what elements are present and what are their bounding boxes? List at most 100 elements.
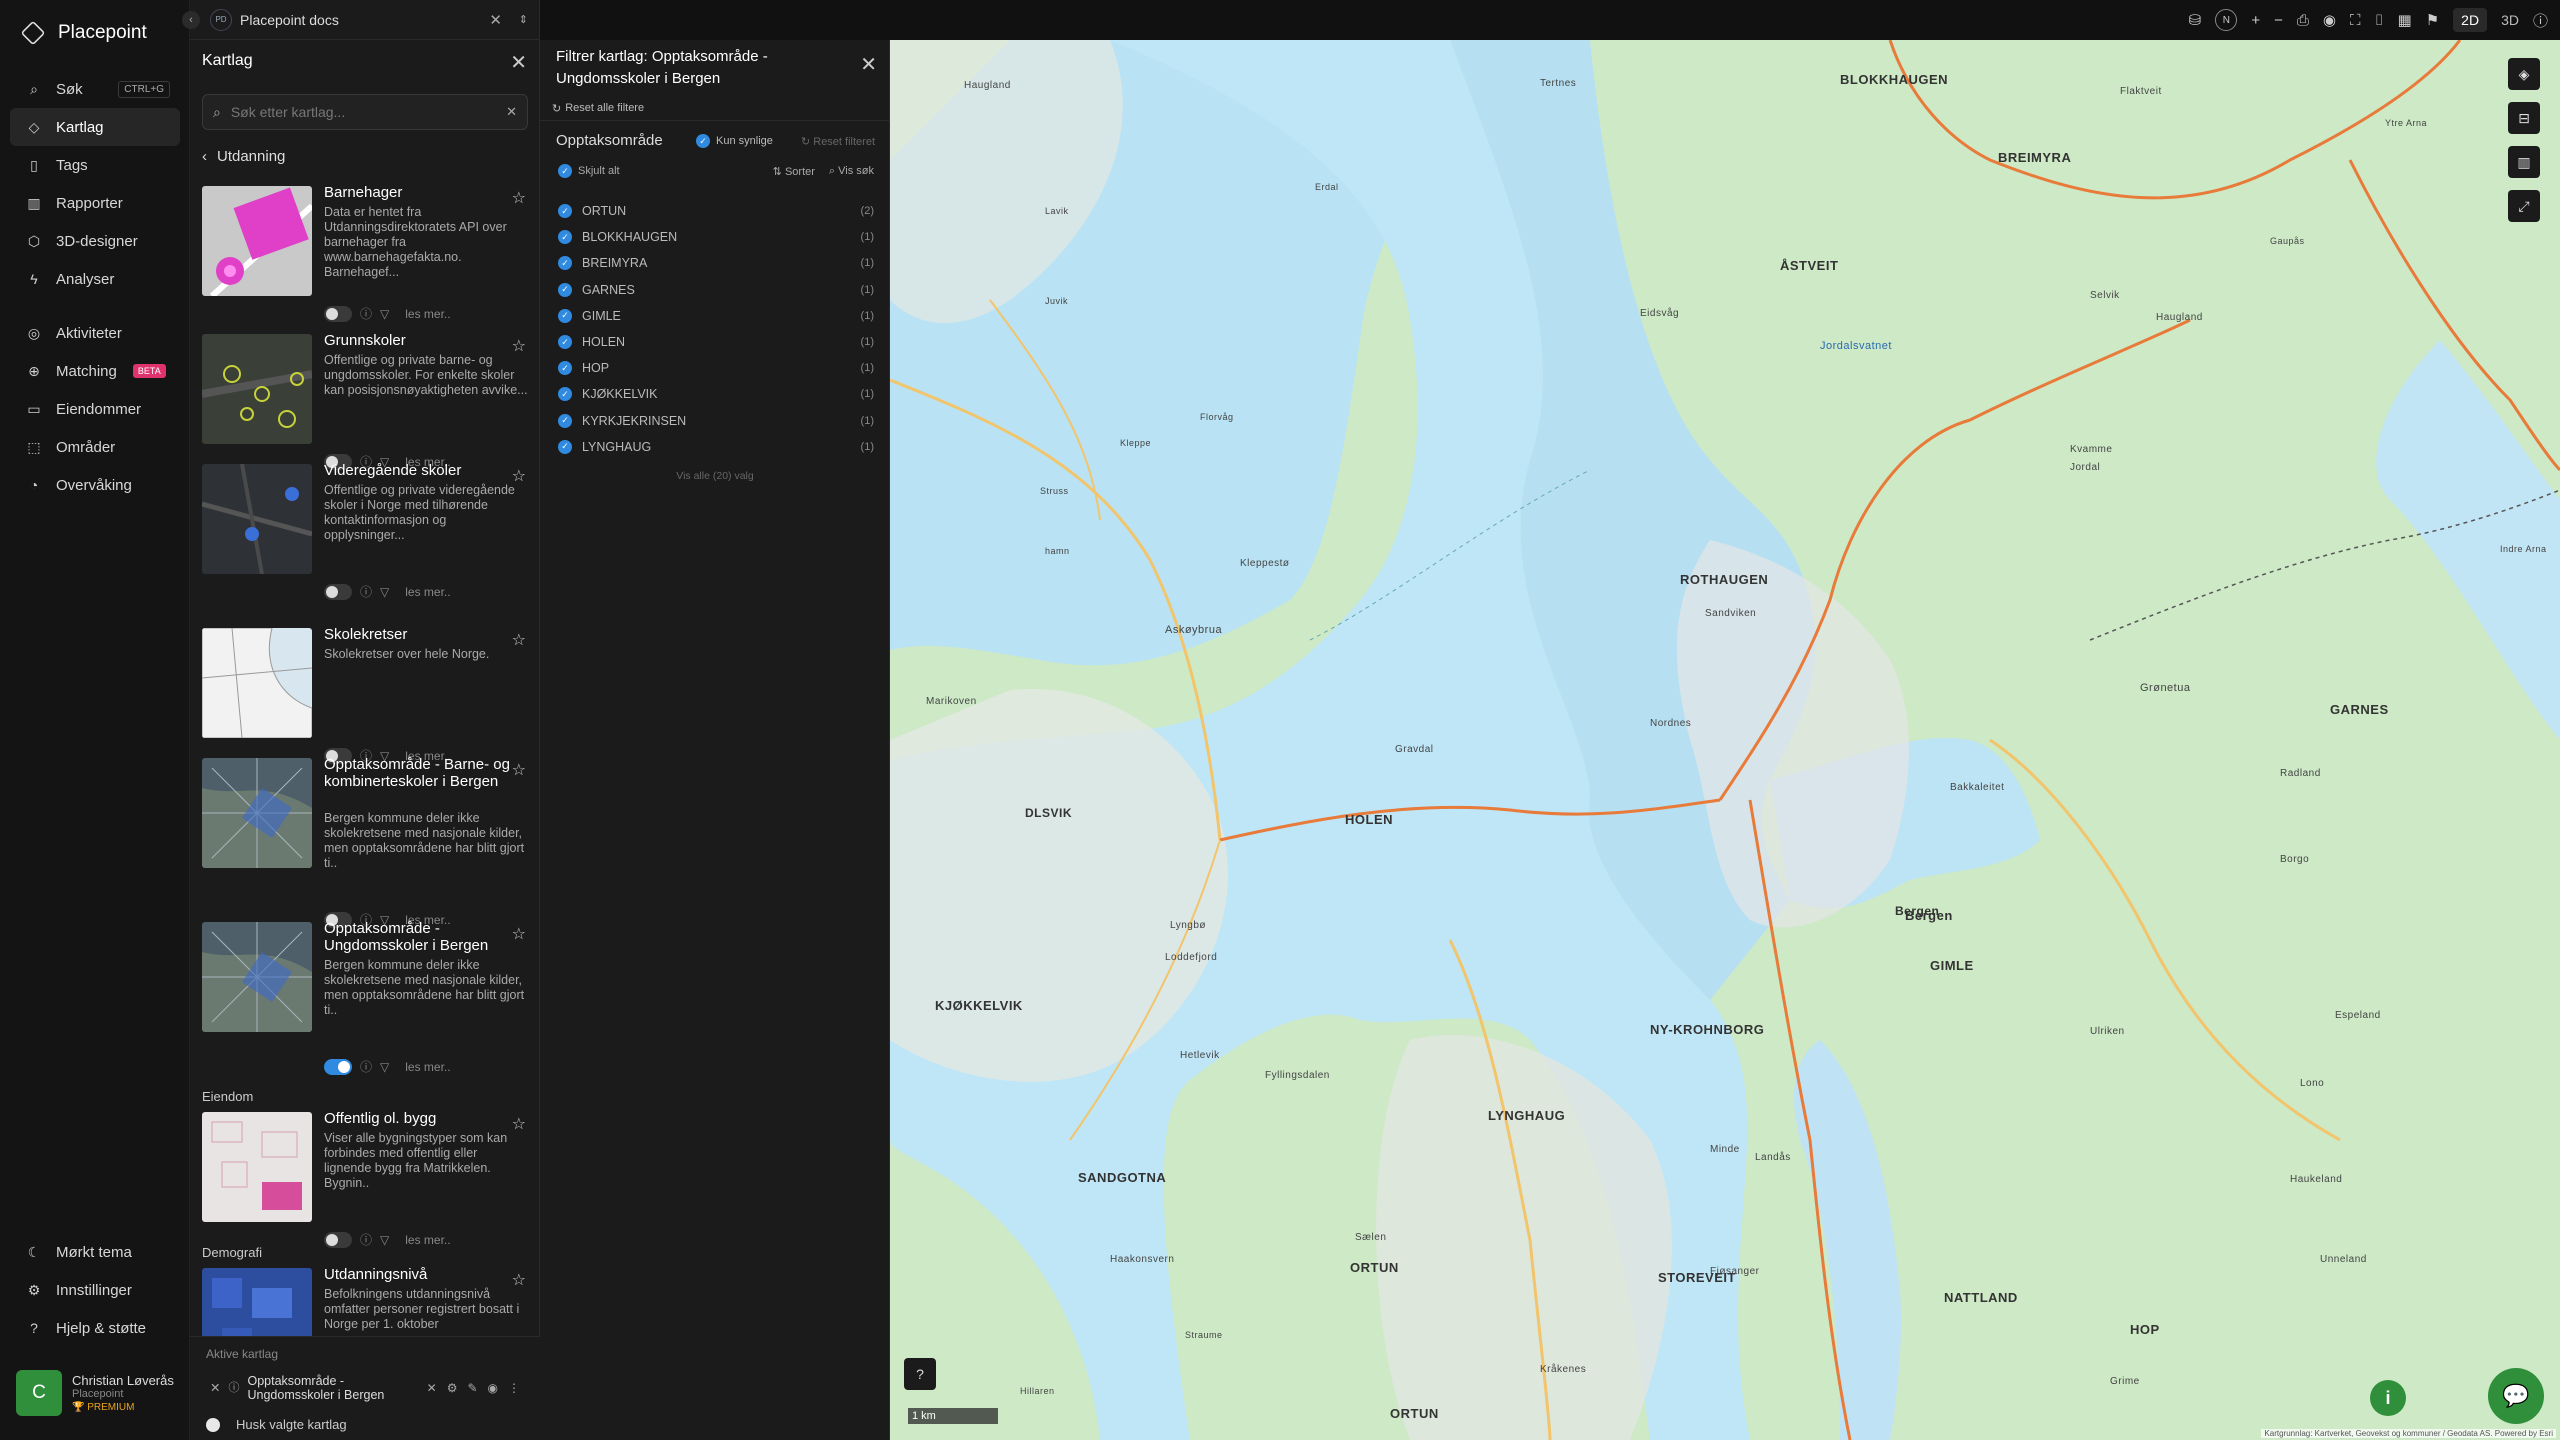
nav-item-analyser[interactable]: ϟ Analyser <box>10 260 180 298</box>
hide-all-checkbox[interactable]: ✓ <box>558 164 572 178</box>
filter-value-item[interactable]: ✓ GIMLE (1) <box>558 303 876 329</box>
read-more-link[interactable]: les mer.. <box>405 1060 450 1074</box>
check-icon[interactable]: ✓ <box>558 308 572 323</box>
fullscreen-icon[interactable]: ⛶ <box>2350 12 2361 29</box>
layer-thumbnail[interactable] <box>202 334 312 444</box>
layer-toggle[interactable] <box>324 583 352 600</box>
camera-icon[interactable]: ⌷ <box>2375 12 2384 29</box>
only-visible-toggle[interactable]: ✓ Kun synlige <box>696 134 773 148</box>
layer-title[interactable]: Barnehager <box>324 184 514 201</box>
layer-info-icon[interactable]: ◈ <box>2508 58 2540 90</box>
nav-item-mørkt-tema[interactable]: ☾ Mørkt tema <box>10 1233 180 1271</box>
ruler-icon[interactable]: ⊟ <box>2508 102 2540 134</box>
layer-thumbnail[interactable] <box>202 758 312 868</box>
layer-title[interactable]: Opptaksområde - Ungdomsskoler i Bergen <box>324 920 514 954</box>
check-icon[interactable]: ✓ <box>558 387 572 402</box>
zoom-out-icon[interactable]: − <box>2274 12 2283 29</box>
filter-value-item[interactable]: ✓ ORTUN (2) <box>558 198 876 224</box>
check-icon[interactable]: ✓ <box>558 204 572 219</box>
nav-item-hjelp-støtte[interactable]: ? Hjelp & støtte <box>10 1309 180 1347</box>
nav-item-rapporter[interactable]: ▥ Rapporter <box>10 184 180 222</box>
layer-thumbnail[interactable] <box>202 186 312 296</box>
user-profile[interactable]: C Christian Løverås Placepoint 🏆 PREMIUM <box>16 1370 174 1416</box>
chart-icon[interactable]: ▥ <box>2508 146 2540 178</box>
compass-button[interactable]: N <box>2215 9 2238 31</box>
read-more-link[interactable]: les mer.. <box>405 585 450 599</box>
show-search-button[interactable]: ⌕ Vis søk <box>829 165 874 178</box>
layer-title[interactable]: Grunnskoler <box>324 332 514 349</box>
layer-title[interactable]: Videregående skoler <box>324 462 514 479</box>
nav-item-kartlag[interactable]: ◇ Kartlag <box>10 108 180 146</box>
nav-item-tags[interactable]: ▯ Tags <box>10 146 180 184</box>
eye-icon[interactable]: ◉ <box>2323 11 2336 29</box>
layer-thumbnail[interactable] <box>202 1112 312 1222</box>
nav-item-aktiviteter[interactable]: ◎ Aktiviteter <box>10 314 180 352</box>
layer-title[interactable]: Utdanningsnivå <box>324 1266 514 1283</box>
grid-icon[interactable]: ▦ <box>2398 11 2412 29</box>
print-icon[interactable]: ⎙ <box>2297 12 2309 29</box>
chat-button[interactable]: 💬 <box>2488 1368 2544 1424</box>
layer-title[interactable]: Opptaksområde - Barne- og kombinerteskol… <box>324 756 514 790</box>
collapse-nav-button[interactable]: ‹ <box>182 10 200 29</box>
layer-thumbnail[interactable] <box>202 464 312 574</box>
layer-title[interactable]: Skolekretser <box>324 626 514 643</box>
check-icon[interactable]: ✓ <box>558 256 572 271</box>
filter-value-item[interactable]: ✓ HOLEN (1) <box>558 329 876 355</box>
remove-icon[interactable]: ✕ <box>210 1381 220 1395</box>
remember-toggle[interactable] <box>206 1417 220 1432</box>
zoom-in-icon[interactable]: + <box>2251 12 2260 29</box>
nav-item-eiendommer[interactable]: ▭ Eiendommer <box>10 390 180 428</box>
star-icon[interactable]: ☆ <box>512 760 526 780</box>
layer-search-input[interactable] <box>230 104 497 120</box>
filter-value-item[interactable]: ✓ GARNES (1) <box>558 277 876 303</box>
remember-layers[interactable]: Husk valgte kartlag <box>206 1417 347 1432</box>
nav-item-innstillinger[interactable]: ⚙ Innstillinger <box>10 1271 180 1309</box>
chevron-updown-icon[interactable]: ⇕ <box>519 13 528 26</box>
filter-value-item[interactable]: ✓ HOP (1) <box>558 355 876 381</box>
layer-thumbnail[interactable] <box>202 628 312 738</box>
info-icon[interactable]: ⓘ <box>228 1381 239 1395</box>
info-icon[interactable]: ⓘ <box>2533 10 2548 31</box>
layer-title[interactable]: Offentlig ol. bygg <box>324 1110 514 1127</box>
layer-toggle[interactable] <box>324 1058 352 1075</box>
filter-value-item[interactable]: ✓ BREIMYRA (1) <box>558 250 876 276</box>
filter-icon[interactable]: ▽ <box>380 1060 389 1074</box>
info-icon[interactable]: ⓘ <box>360 583 372 600</box>
read-more-link[interactable]: les mer.. <box>405 307 450 321</box>
project-name[interactable]: Placepoint docs <box>240 12 339 28</box>
layer-toggle[interactable] <box>324 305 352 322</box>
check-icon[interactable]: ✓ <box>558 361 572 376</box>
check-icon[interactable]: ✓ <box>558 413 572 428</box>
star-icon[interactable]: ☆ <box>512 924 526 944</box>
clear-search-icon[interactable]: ✕ <box>506 104 517 120</box>
map-canvas[interactable]: BLOKKHAUGEN BREIMYRA ÅSTVEIT ROTHAUGEN GARNE… <box>890 40 2560 1440</box>
filter-value-item[interactable]: ✓ KYRKJEKRINSEN (1) <box>558 408 876 434</box>
filter-value-item[interactable]: ✓ LYNGHAUG (1) <box>558 434 876 460</box>
reset-all-filters-button[interactable]: ↻ Reset alle filtere <box>552 102 644 115</box>
filter-icon[interactable]: ▽ <box>380 1233 389 1247</box>
reset-filter-button[interactable]: ↻ Reset filteret <box>801 135 875 148</box>
help-icon[interactable]: ? <box>904 1358 936 1390</box>
show-all-values-link[interactable]: Vis alle (20) valg <box>540 470 890 482</box>
bookmark-icon[interactable]: ⚑ <box>2426 11 2439 29</box>
mode-3d-button[interactable]: 3D <box>2501 12 2519 28</box>
close-filter-button[interactable]: ✕ <box>860 52 877 77</box>
filter-icon[interactable]: ▽ <box>380 585 389 599</box>
nav-item-overvåking[interactable]: ◔ Overvåking <box>10 466 180 504</box>
info-button[interactable]: i <box>2370 1380 2406 1416</box>
nav-item-søk[interactable]: ⌕ Søk CTRL+G <box>10 70 180 108</box>
layer-thumbnail[interactable] <box>202 922 312 1032</box>
filter-value-item[interactable]: ✓ BLOKKHAUGEN (1) <box>558 224 876 250</box>
check-icon[interactable]: ✓ <box>558 230 572 245</box>
mode-2d-button[interactable]: 2D <box>2453 8 2488 32</box>
info-icon[interactable]: ⓘ <box>360 1058 372 1075</box>
breadcrumb[interactable]: ‹ Utdanning <box>202 148 285 165</box>
eye-icon[interactable]: ◉ <box>488 1381 498 1395</box>
sort-button[interactable]: ⇅ Sorter <box>773 165 815 178</box>
close-icon[interactable]: ✕ <box>489 11 502 29</box>
read-more-link[interactable]: les mer.. <box>405 1233 450 1247</box>
check-icon[interactable]: ✓ <box>558 282 572 297</box>
edit-icon[interactable]: ✎ <box>467 1381 477 1395</box>
filter-value-item[interactable]: ✓ KJØKKELVIK (1) <box>558 381 876 407</box>
layers-stack-icon[interactable]: ⛁ <box>2189 11 2202 29</box>
